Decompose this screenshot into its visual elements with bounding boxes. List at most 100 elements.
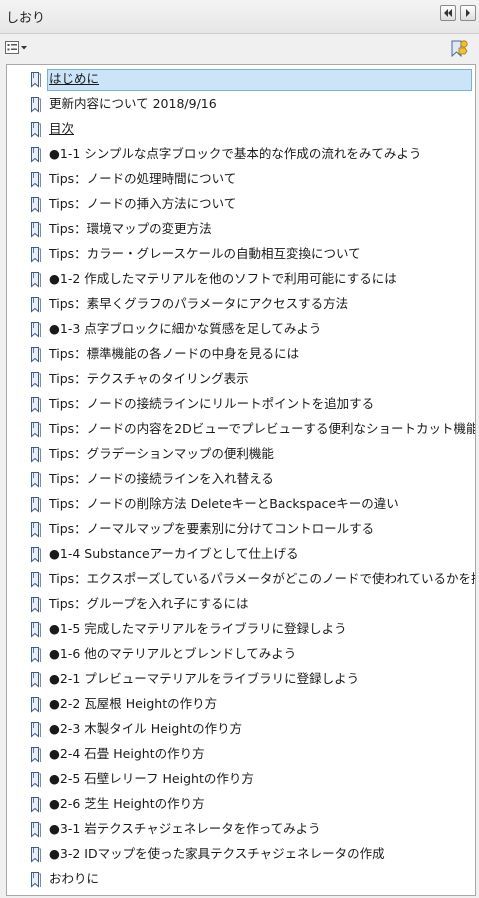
bookmark-item[interactable]: ●1-5 完成したマテリアルをライブラリに登録しよう bbox=[29, 618, 473, 640]
bookmark-label: ●2-6 芝生 Heightの作り方 bbox=[49, 796, 205, 811]
bookmark-icon bbox=[29, 746, 43, 763]
bookmark-label: Tips：標準機能の各ノードの中身を見るには bbox=[49, 346, 300, 361]
bookmark-item[interactable]: Tips：カラー・グレースケールの自動相互変換について bbox=[29, 243, 473, 265]
bookmark-label: Tips：ノードの接続ラインにリルートポイントを追加する bbox=[49, 396, 375, 411]
bookmark-icon bbox=[29, 121, 43, 138]
expand-panel-icon[interactable] bbox=[460, 5, 476, 21]
bookmark-item[interactable]: ●1-4 Substanceアーカイブとして仕上げる bbox=[29, 543, 473, 565]
bookmark-label: Tips：エクスポーズしているパラメータがどこのノードで使われているかを探す bbox=[49, 571, 476, 586]
bookmark-item[interactable]: ●3-1 岩テクスチャジェネレータを作ってみよう bbox=[29, 818, 473, 840]
bookmark-icon bbox=[29, 496, 43, 513]
bookmark-item[interactable]: ●2-2 瓦屋根 Heightの作り方 bbox=[29, 693, 473, 715]
bookmark-item[interactable]: ●3-2 IDマップを使った家具テクスチャジェネレータの作成 bbox=[29, 843, 473, 865]
bookmark-icon bbox=[29, 471, 43, 488]
bookmark-icon bbox=[29, 796, 43, 813]
bookmark-icon bbox=[29, 196, 43, 213]
bookmark-label: ●2-4 石畳 Heightの作り方 bbox=[49, 746, 205, 761]
options-menu-icon[interactable] bbox=[5, 40, 29, 56]
bookmark-label: ●3-2 IDマップを使った家具テクスチャジェネレータの作成 bbox=[49, 846, 385, 861]
bookmark-icon bbox=[29, 646, 43, 663]
bookmark-icon bbox=[29, 721, 43, 738]
bookmark-label: おわりに bbox=[49, 871, 100, 886]
bookmark-item[interactable]: ●1-3 点字ブロックに細かな質感を足してみよう bbox=[29, 318, 473, 340]
bookmark-icon bbox=[29, 221, 43, 238]
bookmark-item[interactable]: ●2-5 石壁レリーフ Heightの作り方 bbox=[29, 768, 473, 790]
bookmark-icon bbox=[29, 396, 43, 413]
bookmark-label: ●1-1 シンプルな点字ブロックで基本的な作成の流れをみてみよう bbox=[49, 146, 422, 161]
bookmark-icon bbox=[29, 371, 43, 388]
bookmark-item[interactable]: ●1-2 作成したマテリアルを他のソフトで利用可能にするには bbox=[29, 268, 473, 290]
bookmark-icon bbox=[29, 671, 43, 688]
panel-title: しおり bbox=[6, 11, 46, 26]
bookmark-item[interactable]: Tips：グラデーションマップの便利機能 bbox=[29, 443, 473, 465]
collapse-panel-icon[interactable] bbox=[440, 5, 456, 21]
bookmark-item[interactable]: Tips：ノードの内容を2Dビューでプレビューする便利なショートカット機能 bbox=[29, 418, 476, 440]
bookmark-item[interactable]: ●2-6 芝生 Heightの作り方 bbox=[29, 793, 473, 815]
bookmark-item[interactable]: おわりに bbox=[29, 868, 473, 890]
bookmark-label: Tips：ノードの処理時間について bbox=[49, 171, 237, 186]
bookmark-item[interactable]: Tips：ノードの削除方法 DeleteキーとBackspaceキーの違い bbox=[29, 493, 473, 515]
bookmark-label: ●2-1 プレビューマテリアルをライブラリに登録しよう bbox=[49, 671, 360, 686]
bookmark-item[interactable]: ●2-1 プレビューマテリアルをライブラリに登録しよう bbox=[29, 668, 473, 690]
bookmark-icon bbox=[29, 146, 43, 163]
bookmark-item[interactable]: ●1-1 シンプルな点字ブロックで基本的な作成の流れをみてみよう bbox=[29, 143, 473, 165]
bookmark-icon bbox=[29, 421, 43, 438]
bookmark-item[interactable]: Tips：テクスチャのタイリング表示 bbox=[29, 368, 473, 390]
bookmark-icon bbox=[29, 171, 43, 188]
bookmark-label: Tips：グラデーションマップの便利機能 bbox=[49, 446, 274, 461]
bookmark-item[interactable]: ●2-4 石畳 Heightの作り方 bbox=[29, 743, 473, 765]
bookmark-label: ●1-6 他のマテリアルとブレンドしてみよう bbox=[49, 646, 297, 661]
bookmark-icon bbox=[29, 321, 43, 338]
bookmark-label: ●1-2 作成したマテリアルを他のソフトで利用可能にするには bbox=[49, 271, 397, 286]
bookmark-label: ●2-2 瓦屋根 Heightの作り方 bbox=[49, 696, 218, 711]
bookmark-icon bbox=[29, 821, 43, 838]
bookmark-icon bbox=[29, 621, 43, 638]
bookmark-toolbar bbox=[0, 34, 479, 62]
bookmark-label: Tips：テクスチャのタイリング表示 bbox=[49, 371, 249, 386]
bookmark-item[interactable]: はじめに bbox=[29, 68, 473, 90]
bookmark-item[interactable]: 更新内容について 2018/9/16 bbox=[29, 93, 473, 115]
bookmark-item[interactable]: Tips：ノードの処理時間について bbox=[29, 168, 473, 190]
bookmark-label: ●1-5 完成したマテリアルをライブラリに登録しよう bbox=[49, 621, 347, 636]
bookmark-icon bbox=[29, 446, 43, 463]
bookmark-label: Tips：ノードの接続ラインを入れ替える bbox=[49, 471, 274, 486]
bookmark-label: Tips：環境マップの変更方法 bbox=[49, 221, 212, 236]
bookmark-label: ●1-4 Substanceアーカイブとして仕上げる bbox=[49, 546, 299, 561]
bookmark-label: ●2-3 木製タイル Heightの作り方 bbox=[49, 721, 243, 736]
bookmark-icon bbox=[29, 771, 43, 788]
bookmark-label: はじめに bbox=[49, 71, 100, 86]
bookmark-item[interactable]: Tips：標準機能の各ノードの中身を見るには bbox=[29, 343, 473, 365]
bookmark-item[interactable]: Tips：エクスポーズしているパラメータがどこのノードで使われているかを探す bbox=[29, 568, 476, 590]
bookmark-label: 更新内容について 2018/9/16 bbox=[49, 96, 217, 111]
bookmark-label: Tips：素早くグラフのパラメータにアクセスする方法 bbox=[49, 296, 349, 311]
bookmark-item[interactable]: Tips：ノーマルマップを要素別に分けてコントロールする bbox=[29, 518, 473, 540]
bookmark-icon bbox=[29, 596, 43, 613]
new-bookmark-icon[interactable] bbox=[449, 39, 469, 59]
bookmark-icon bbox=[29, 271, 43, 288]
bookmark-icon bbox=[29, 546, 43, 563]
bookmark-label: 目次 bbox=[49, 121, 75, 136]
bookmark-icon bbox=[29, 696, 43, 713]
bookmark-item[interactable]: Tips：ノードの挿入方法について bbox=[29, 193, 473, 215]
bookmark-item[interactable]: Tips：素早くグラフのパラメータにアクセスする方法 bbox=[29, 293, 473, 315]
bookmark-item[interactable]: 目次 bbox=[29, 118, 473, 140]
bookmark-label: Tips：ノードの内容を2Dビューでプレビューする便利なショートカット機能 bbox=[49, 421, 476, 436]
bookmark-list: はじめに更新内容について 2018/9/16 目次 ●1-1 シンプルな点字ブロック… bbox=[6, 64, 476, 896]
bookmark-label: ●2-5 石壁レリーフ Heightの作り方 bbox=[49, 771, 254, 786]
bookmark-label: Tips：ノードの削除方法 DeleteキーとBackspaceキーの違い bbox=[49, 496, 399, 511]
bookmark-icon bbox=[29, 871, 43, 888]
bookmark-icon bbox=[29, 71, 43, 88]
bookmark-icon bbox=[29, 571, 43, 588]
bookmark-item[interactable]: ●2-3 木製タイル Heightの作り方 bbox=[29, 718, 473, 740]
bookmark-item[interactable]: ●1-6 他のマテリアルとブレンドしてみよう bbox=[29, 643, 473, 665]
bookmark-label: ●1-3 点字ブロックに細かな質感を足してみよう bbox=[49, 321, 322, 336]
bookmark-item[interactable]: Tips：ノードの接続ラインを入れ替える bbox=[29, 468, 473, 490]
bookmark-label: Tips：ノーマルマップを要素別に分けてコントロールする bbox=[49, 521, 375, 536]
bookmark-item[interactable]: Tips：環境マップの変更方法 bbox=[29, 218, 473, 240]
bookmark-icon bbox=[29, 96, 43, 113]
bookmark-item[interactable]: Tips：グループを入れ子にするには bbox=[29, 593, 473, 615]
bookmark-label: Tips：グループを入れ子にするには bbox=[49, 596, 249, 611]
bookmark-label: Tips：ノードの挿入方法について bbox=[49, 196, 237, 211]
bookmark-label: Tips：カラー・グレースケールの自動相互変換について bbox=[49, 246, 361, 261]
bookmark-item[interactable]: Tips：ノードの接続ラインにリルートポイントを追加する bbox=[29, 393, 473, 415]
